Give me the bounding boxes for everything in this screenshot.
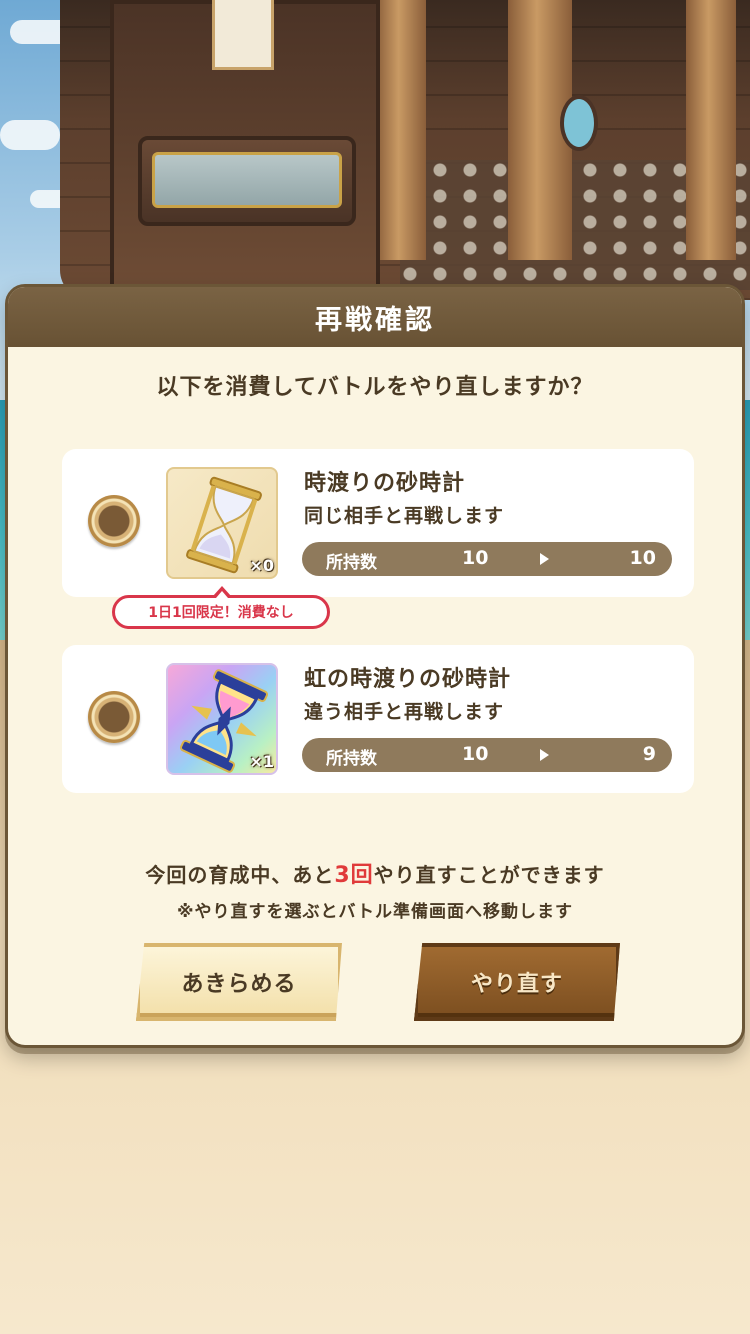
radio-button[interactable] [88, 691, 140, 743]
retry-count: 3回 [334, 863, 374, 888]
confirm-question: 以下を消費してバトルをやり直しますか？ [156, 375, 594, 400]
porthole [560, 95, 598, 151]
retry-note: ※やり直すを選ぶとバトル準備画面へ移動します [176, 902, 574, 922]
cloud [0, 120, 60, 150]
arrow-right-icon [540, 553, 549, 565]
option-hourglass[interactable]: ×0 時渡りの砂時計 同じ相手と再戦します 所持数 10 10 [62, 449, 694, 597]
rematch-confirm-dialog: 再戦確認 以下を消費してバトルをやり直しますか？ ×0 時渡りの砂時計 同じ相手… [5, 284, 745, 1048]
give-up-button[interactable]: あきらめる [136, 943, 342, 1021]
item-quantity: ×0 [249, 556, 274, 575]
item-description: 同じ相手と再戦します [304, 505, 505, 527]
item-name: 虹の時渡りの砂時計 [304, 667, 512, 692]
radio-button[interactable] [88, 495, 140, 547]
arrow-right-icon [540, 749, 549, 761]
owned-after: 9 [642, 743, 656, 765]
retry-button[interactable]: やり直す [414, 943, 620, 1021]
option-rainbow-hourglass[interactable]: ×1 虹の時渡りの砂時計 違う相手と再戦します 所持数 10 9 [62, 645, 694, 793]
pillar [376, 0, 426, 260]
dialog-title: 再戦確認 [315, 304, 435, 336]
rainbow-hourglass-icon: ×1 [166, 663, 278, 775]
arena-sign-plate [152, 152, 342, 208]
owned-label: 所持数 [326, 749, 377, 769]
owned-count-bar: 所持数 10 10 [302, 542, 672, 576]
retry-suffix: やり直すことができます [373, 863, 605, 887]
pillar [686, 0, 736, 260]
owned-before: 10 [462, 743, 489, 765]
retry-remaining-info: 今回の育成中、あと3回やり直すことができます [8, 857, 742, 889]
daily-limit-badge: 1日1回限定！消費なし [112, 586, 330, 629]
owned-label: 所持数 [326, 553, 377, 573]
item-description: 違う相手と再戦します [304, 701, 505, 723]
item-quantity: ×1 [249, 752, 274, 771]
retry-label: やり直す [470, 972, 563, 997]
dialog-header: 再戦確認 [8, 287, 742, 347]
hourglass-icon: ×0 [166, 467, 278, 579]
retry-prefix: 今回の育成中、あと [145, 863, 335, 887]
owned-after: 10 [629, 547, 656, 569]
owned-before: 10 [462, 547, 489, 569]
item-name: 時渡りの砂時計 [304, 471, 466, 496]
give-up-label: あきらめる [181, 972, 297, 997]
owned-count-bar: 所持数 10 9 [302, 738, 672, 772]
banner [212, 0, 274, 70]
